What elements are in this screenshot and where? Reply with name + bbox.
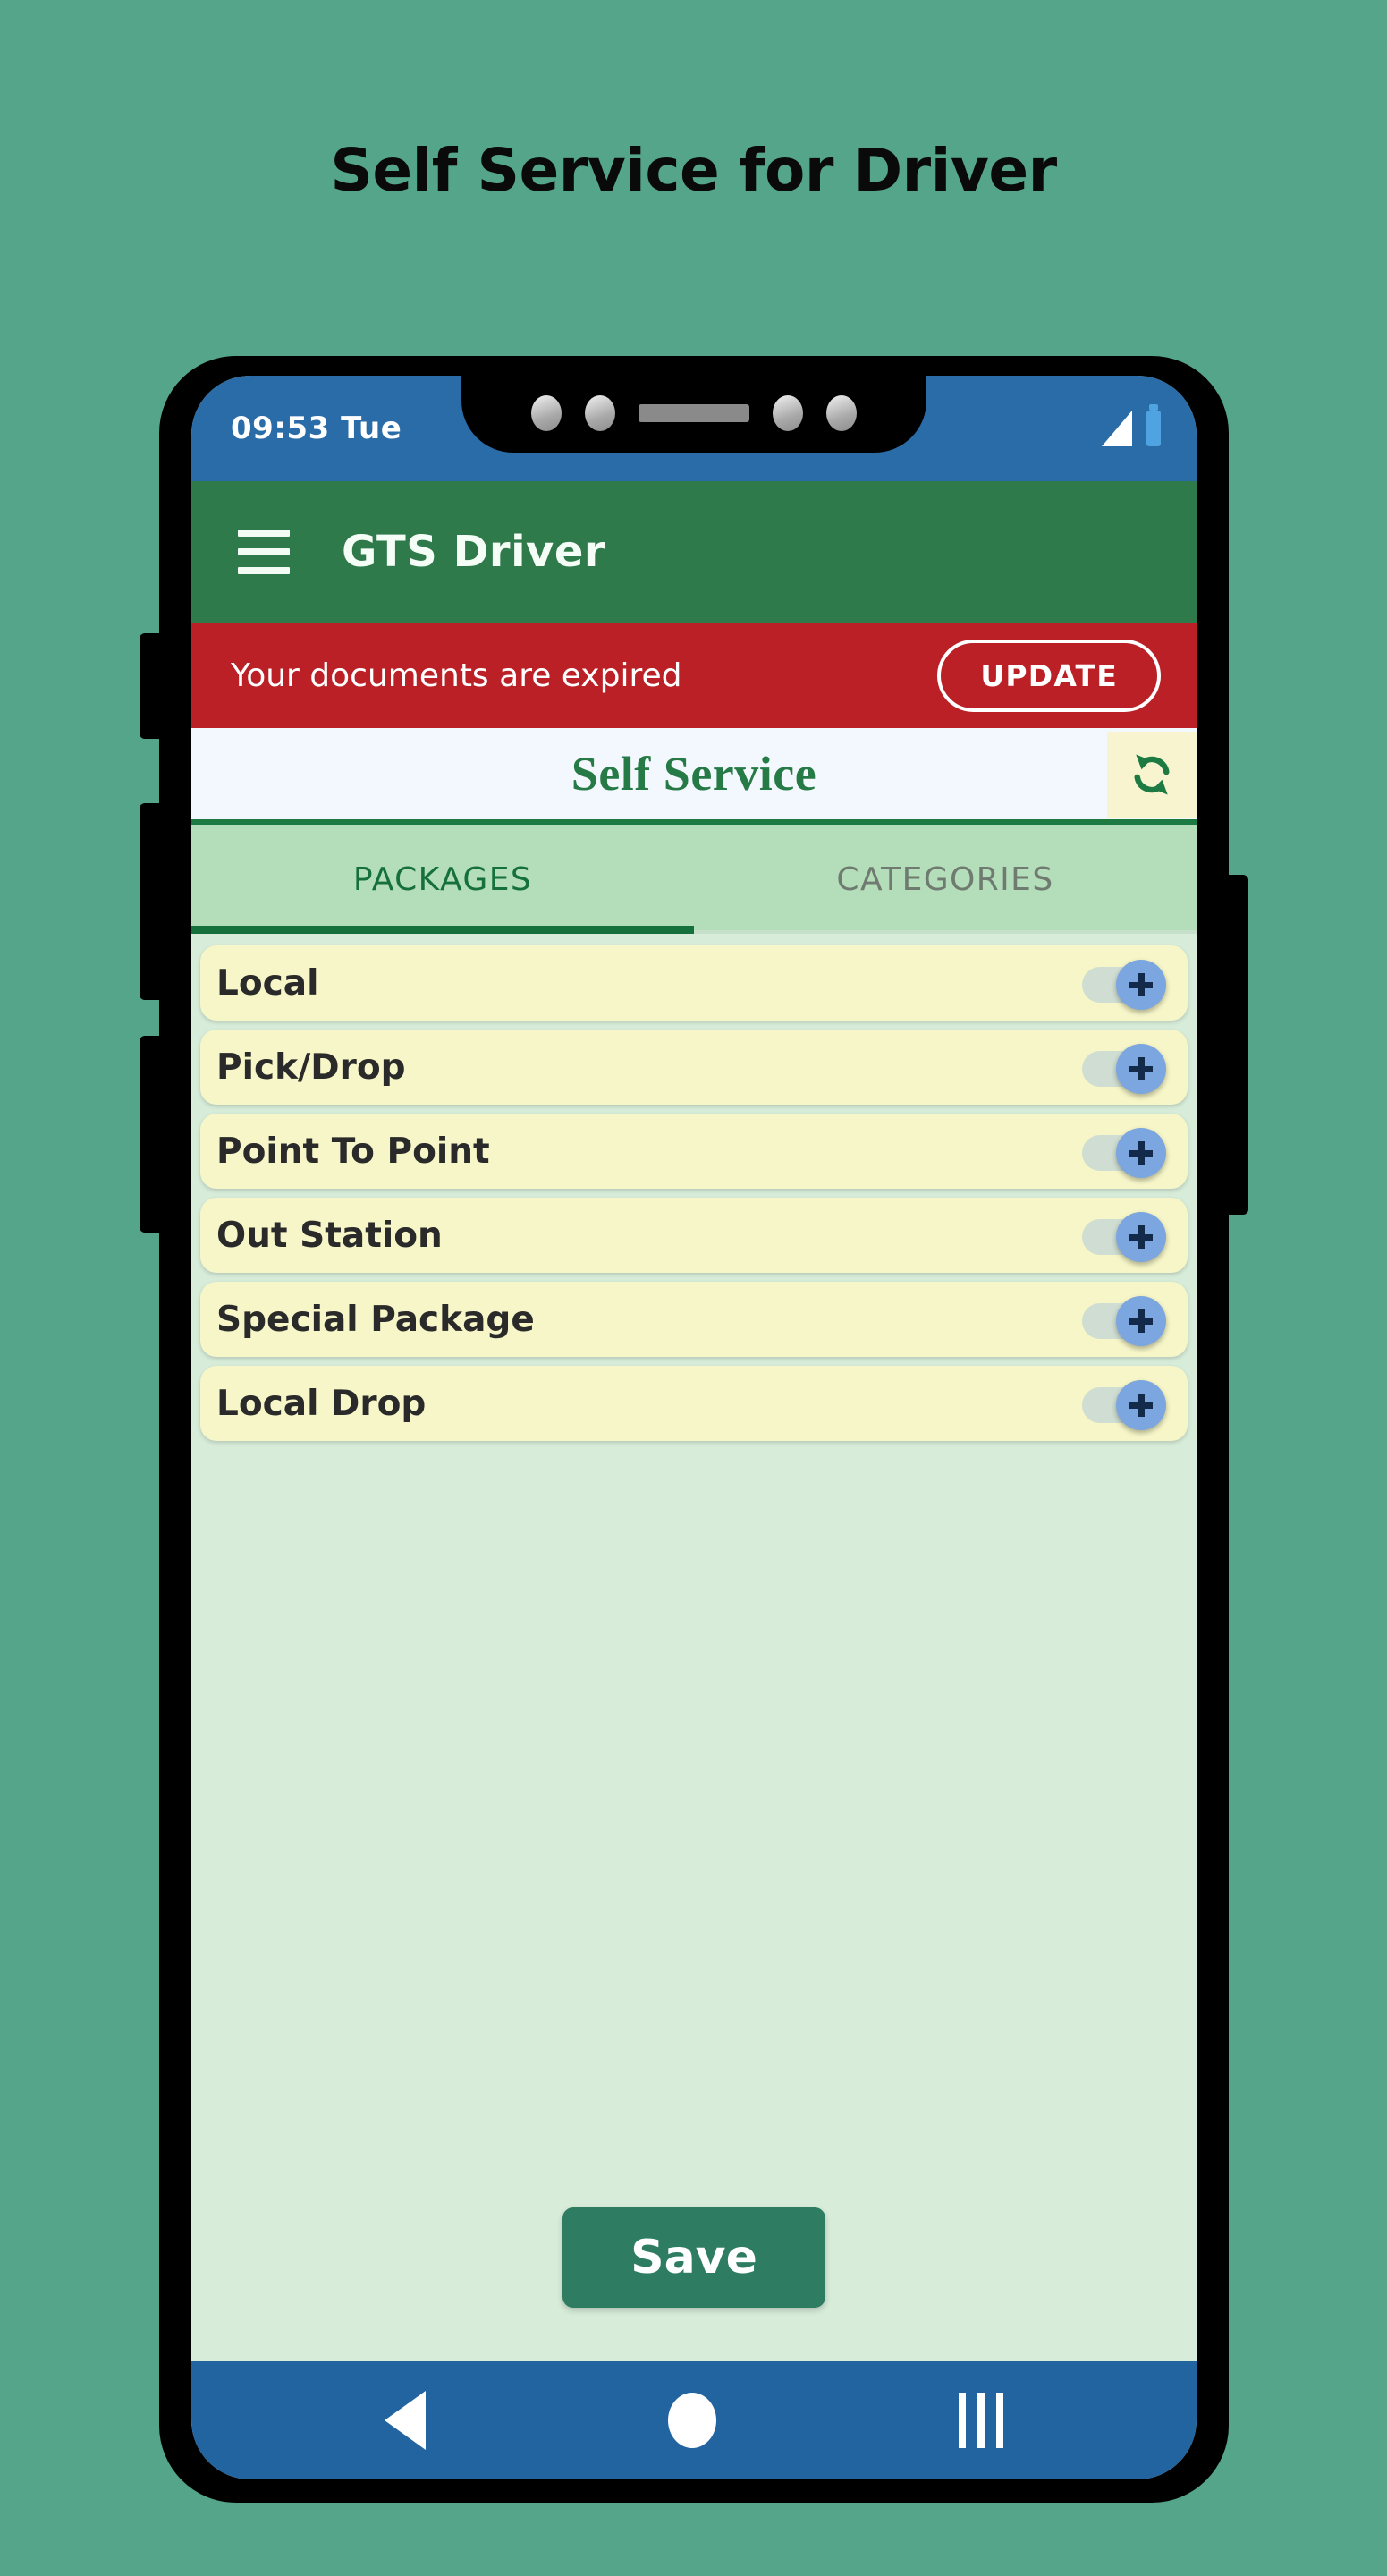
- list-item[interactable]: Special Package: [200, 1282, 1188, 1357]
- phone-side-button-mute[interactable]: [140, 633, 163, 739]
- hamburger-menu-icon[interactable]: [238, 530, 290, 574]
- status-time: 09:53 Tue: [231, 411, 402, 446]
- list-item[interactable]: Pick/Drop: [200, 1030, 1188, 1105]
- camera-dot-icon: [826, 395, 857, 431]
- status-icon-group: [1102, 404, 1161, 446]
- toggle-thumb: [1116, 1212, 1166, 1262]
- toggle-thumb: [1116, 1128, 1166, 1178]
- package-toggle[interactable]: [1082, 1044, 1166, 1094]
- recents-bars-icon[interactable]: [959, 2393, 1004, 2448]
- package-label: Pick/Drop: [216, 1046, 406, 1088]
- refresh-sync-glyph: [1134, 754, 1170, 795]
- list-item[interactable]: Local Drop: [200, 1366, 1188, 1441]
- plus-icon: [1129, 1225, 1153, 1249]
- self-service-header: Self Service: [191, 728, 1197, 825]
- package-toggle[interactable]: [1082, 1128, 1166, 1178]
- battery-icon: [1146, 404, 1161, 446]
- list-item[interactable]: Out Station: [200, 1198, 1188, 1273]
- home-circle-icon[interactable]: [667, 2393, 716, 2448]
- tab-packages[interactable]: PACKAGES: [191, 825, 694, 934]
- refresh-sync-icon[interactable]: [1107, 732, 1197, 818]
- package-toggle[interactable]: [1082, 1212, 1166, 1262]
- phone-side-button-power[interactable]: [1225, 875, 1248, 1215]
- page-title: Self Service for Driver: [330, 136, 1057, 205]
- signal-triangle-icon: [1102, 411, 1132, 446]
- status-bar: 09:53 Tue: [191, 376, 1197, 481]
- package-label: Out Station: [216, 1215, 443, 1256]
- toggle-thumb: [1116, 1380, 1166, 1430]
- update-button[interactable]: UPDATE: [937, 639, 1161, 712]
- package-label: Local Drop: [216, 1383, 427, 1424]
- plus-icon: [1129, 1141, 1153, 1165]
- back-triangle-icon[interactable]: [384, 2391, 426, 2450]
- system-navigation-bar: [191, 2361, 1197, 2479]
- package-list: Local Pick/Drop Point To Point Out Stati…: [191, 934, 1197, 2207]
- save-button-container: Save: [191, 2207, 1197, 2361]
- toggle-thumb: [1116, 960, 1166, 1010]
- app-bar-title: GTS Driver: [342, 527, 606, 577]
- camera-dot-icon: [585, 395, 615, 431]
- plus-icon: [1129, 973, 1153, 996]
- document-expired-banner: Your documents are expired UPDATE: [191, 623, 1197, 728]
- tab-bar: PACKAGES CATEGORIES: [191, 825, 1197, 934]
- tab-categories[interactable]: CATEGORIES: [694, 825, 1197, 934]
- package-toggle[interactable]: [1082, 960, 1166, 1010]
- plus-icon: [1129, 1057, 1153, 1080]
- phone-frame: 09:53 Tue GTS Driver Your documents are …: [140, 356, 1248, 2503]
- save-button[interactable]: Save: [562, 2207, 825, 2308]
- alert-message: Your documents are expired: [231, 657, 682, 694]
- camera-dot-icon: [773, 395, 803, 431]
- package-label: Special Package: [216, 1299, 535, 1340]
- phone-side-button-volume-down[interactable]: [140, 1036, 163, 1233]
- speaker-slot-icon: [639, 404, 749, 422]
- self-service-title: Self Service: [571, 747, 817, 801]
- phone-screen: 09:53 Tue GTS Driver Your documents are …: [191, 376, 1197, 2479]
- toggle-thumb: [1116, 1296, 1166, 1346]
- plus-icon: [1129, 1309, 1153, 1333]
- package-toggle[interactable]: [1082, 1296, 1166, 1346]
- package-label: Point To Point: [216, 1131, 490, 1172]
- phone-side-button-volume-up[interactable]: [140, 803, 163, 1000]
- camera-dot-icon: [531, 395, 562, 431]
- tab-active-indicator: [191, 926, 694, 934]
- plus-icon: [1129, 1394, 1153, 1417]
- app-bar: GTS Driver: [191, 481, 1197, 623]
- package-toggle[interactable]: [1082, 1380, 1166, 1430]
- display-notch: [461, 376, 926, 453]
- list-item[interactable]: Local: [200, 945, 1188, 1021]
- package-label: Local: [216, 962, 319, 1004]
- list-item[interactable]: Point To Point: [200, 1114, 1188, 1189]
- toggle-thumb: [1116, 1044, 1166, 1094]
- screenshot-root: Self Service for Driver 09:53 Tue GTS Dr…: [0, 0, 1387, 2576]
